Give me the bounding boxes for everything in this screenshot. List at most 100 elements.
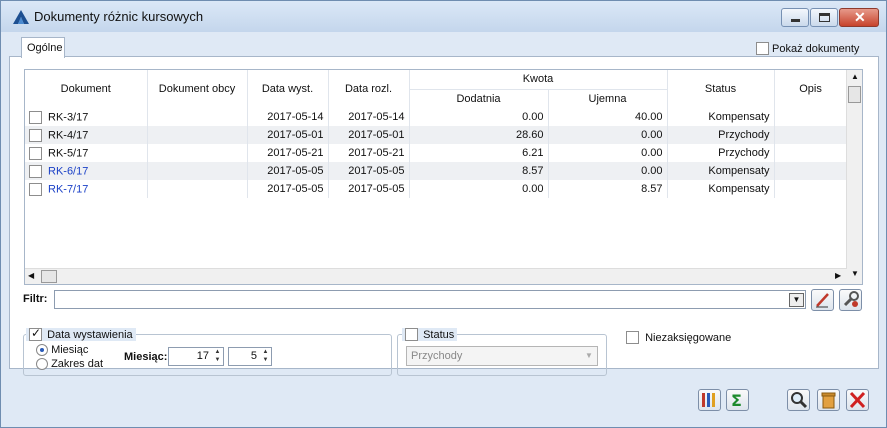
row-checkbox[interactable] xyxy=(29,182,42,196)
document-number[interactable]: RK-4/17 xyxy=(48,129,88,141)
date-checkbox[interactable] xyxy=(29,326,42,341)
document-number[interactable]: RK-7/17 xyxy=(48,183,88,195)
close-window-button[interactable]: ✕ xyxy=(839,8,879,27)
show-documents-checkbox[interactable]: Pokaż dokumenty xyxy=(756,42,859,55)
show-documents-box[interactable] xyxy=(756,42,769,55)
row-checkbox[interactable] xyxy=(29,146,42,160)
delete-button[interactable] xyxy=(817,389,840,411)
column-header-status[interactable]: Status xyxy=(667,70,775,108)
column-header-opis[interactable]: Opis xyxy=(774,70,848,108)
cell-dokument[interactable]: RK-5/17 xyxy=(25,144,148,162)
month-value: 5 xyxy=(250,350,257,362)
month-spin-buttons[interactable]: ▲ ▼ xyxy=(260,348,271,365)
columns-icon xyxy=(702,393,715,407)
show-documents-label: Pokaż dokumenty xyxy=(772,42,860,55)
cell-status: Kompensaty xyxy=(667,108,775,126)
status-dropdown-icon[interactable]: ▼ xyxy=(582,348,596,364)
document-number[interactable]: RK-3/17 xyxy=(48,111,88,123)
filter-dropdown-icon[interactable]: ▼ xyxy=(789,293,804,307)
dialog-window: Dokumenty różnic kursowych ✕ Ogólne Poka… xyxy=(0,0,887,428)
maximize-button[interactable] xyxy=(810,8,838,27)
cell-opis xyxy=(774,162,848,180)
document-number[interactable]: RK-6/17 xyxy=(48,165,88,177)
cell-dokument[interactable]: RK-7/17 xyxy=(25,180,148,198)
filter-settings-button[interactable] xyxy=(839,289,862,311)
maximize-icon xyxy=(819,13,830,22)
title-bar: Dokumenty różnic kursowych ✕ xyxy=(1,1,886,32)
status-checkbox[interactable] xyxy=(405,328,418,341)
month-stepper[interactable]: 5 ▲ ▼ xyxy=(228,347,272,366)
tab-ogolne[interactable]: Ogólne xyxy=(21,37,65,58)
month-label: Miesiąc: xyxy=(124,351,168,363)
year-spin-buttons[interactable]: ▲ ▼ xyxy=(212,348,223,365)
row-checkbox[interactable] xyxy=(29,128,42,142)
clear-filter-button[interactable] xyxy=(811,289,834,311)
close-icon: ✕ xyxy=(854,9,866,25)
scroll-up-icon[interactable]: ▲ xyxy=(851,72,859,81)
column-header-data-wyst[interactable]: Data wyst. xyxy=(247,70,329,108)
column-header-kwota[interactable]: Kwota xyxy=(409,70,668,90)
status-group-header[interactable]: Status xyxy=(402,328,458,341)
column-header-ujemna[interactable]: Ujemna xyxy=(548,89,668,108)
cell-dokument[interactable]: RK-3/17 xyxy=(25,108,148,126)
preview-button[interactable] xyxy=(787,389,810,411)
close-x-icon xyxy=(849,391,866,409)
filter-input[interactable] xyxy=(54,290,806,309)
cell-data-wyst: 2017-05-01 xyxy=(247,126,329,144)
vertical-scroll-thumb[interactable] xyxy=(848,86,861,103)
unposted-checkbox-option[interactable]: Niezaksięgowane xyxy=(626,331,731,344)
row-checkbox[interactable] xyxy=(29,110,42,124)
cell-dokument[interactable]: RK-6/17 xyxy=(25,162,148,180)
status-select[interactable]: Przychody ▼ xyxy=(406,346,598,366)
year-stepper[interactable]: 17 ▲ ▼ xyxy=(168,347,224,366)
column-header-data-rozl[interactable]: Data rozl. xyxy=(328,70,410,108)
cell-dokument-obcy xyxy=(147,126,248,144)
cell-opis xyxy=(774,144,848,162)
horizontal-scroll-thumb[interactable] xyxy=(41,270,57,283)
minimize-icon xyxy=(791,19,800,22)
scroll-right-icon[interactable]: ▶ xyxy=(835,271,841,280)
radio-date-range[interactable] xyxy=(36,358,48,371)
table-row[interactable]: RK-6/17 2017-05-05 2017-05-05 8.57 0.00 Kompe… xyxy=(25,162,848,180)
magnifier-icon xyxy=(791,392,808,409)
cell-ujemna: 40.00 xyxy=(548,108,668,126)
scroll-left-icon[interactable]: ◀ xyxy=(28,271,34,280)
cell-ujemna: 8.57 xyxy=(548,180,668,198)
cell-dodatnia: 0.00 xyxy=(409,108,549,126)
column-header-dokument[interactable]: Dokument xyxy=(25,70,148,108)
cell-dokument-obcy xyxy=(147,180,248,198)
radio-month[interactable] xyxy=(36,344,48,357)
row-checkbox[interactable] xyxy=(29,164,42,178)
scroll-down-icon[interactable]: ▼ xyxy=(851,269,859,278)
table-row[interactable]: RK-3/17 2017-05-14 2017-05-14 0.00 40.00 Komp… xyxy=(25,108,848,126)
unposted-checkbox[interactable] xyxy=(626,331,639,344)
window-title: Dokumenty różnic kursowych xyxy=(34,9,204,24)
status-selected-value: Przychody xyxy=(411,350,463,362)
radio-month-label: Miesiąc xyxy=(51,344,89,357)
vertical-scrollbar[interactable]: ▲ ▼ xyxy=(846,70,862,284)
minimize-button[interactable] xyxy=(781,8,809,27)
document-number[interactable]: RK-5/17 xyxy=(48,147,88,159)
column-header-dodatnia[interactable]: Dodatnia xyxy=(409,89,549,108)
sum-button[interactable]: Σ xyxy=(726,389,749,411)
cell-dokument[interactable]: RK-4/17 xyxy=(25,126,148,144)
filter-label: Filtr: xyxy=(23,293,48,305)
cell-dodatnia: 0.00 xyxy=(409,180,549,198)
wrench-icon xyxy=(843,291,859,307)
table-row[interactable]: RK-4/17 2017-05-01 2017-05-01 28.60 0.00 Przy… xyxy=(25,126,848,144)
table-row[interactable]: RK-5/17 2017-05-21 2017-05-21 6.21 0.00 Przyc… xyxy=(25,144,848,162)
cell-status: Przychody xyxy=(667,144,775,162)
date-group-header[interactable]: Data wystawienia xyxy=(26,326,136,341)
close-button[interactable] xyxy=(846,389,869,411)
cell-ujemna: 0.00 xyxy=(548,126,668,144)
radio-month-option[interactable]: Miesiąc xyxy=(36,344,89,357)
cell-data-rozl: 2017-05-05 xyxy=(328,180,410,198)
cell-dodatnia: 6.21 xyxy=(409,144,549,162)
svg-text:Σ: Σ xyxy=(731,391,742,410)
table-row[interactable]: RK-7/17 2017-05-05 2017-05-05 0.00 8.57 Kompe… xyxy=(25,180,848,198)
columns-button[interactable] xyxy=(698,389,721,411)
radio-range-option[interactable]: Zakres dat xyxy=(36,358,103,371)
horizontal-scrollbar[interactable]: ◀ ▶ xyxy=(25,268,847,284)
column-header-dokument-obcy[interactable]: Dokument obcy xyxy=(147,70,248,108)
unposted-label: Niezaksięgowane xyxy=(645,331,732,344)
